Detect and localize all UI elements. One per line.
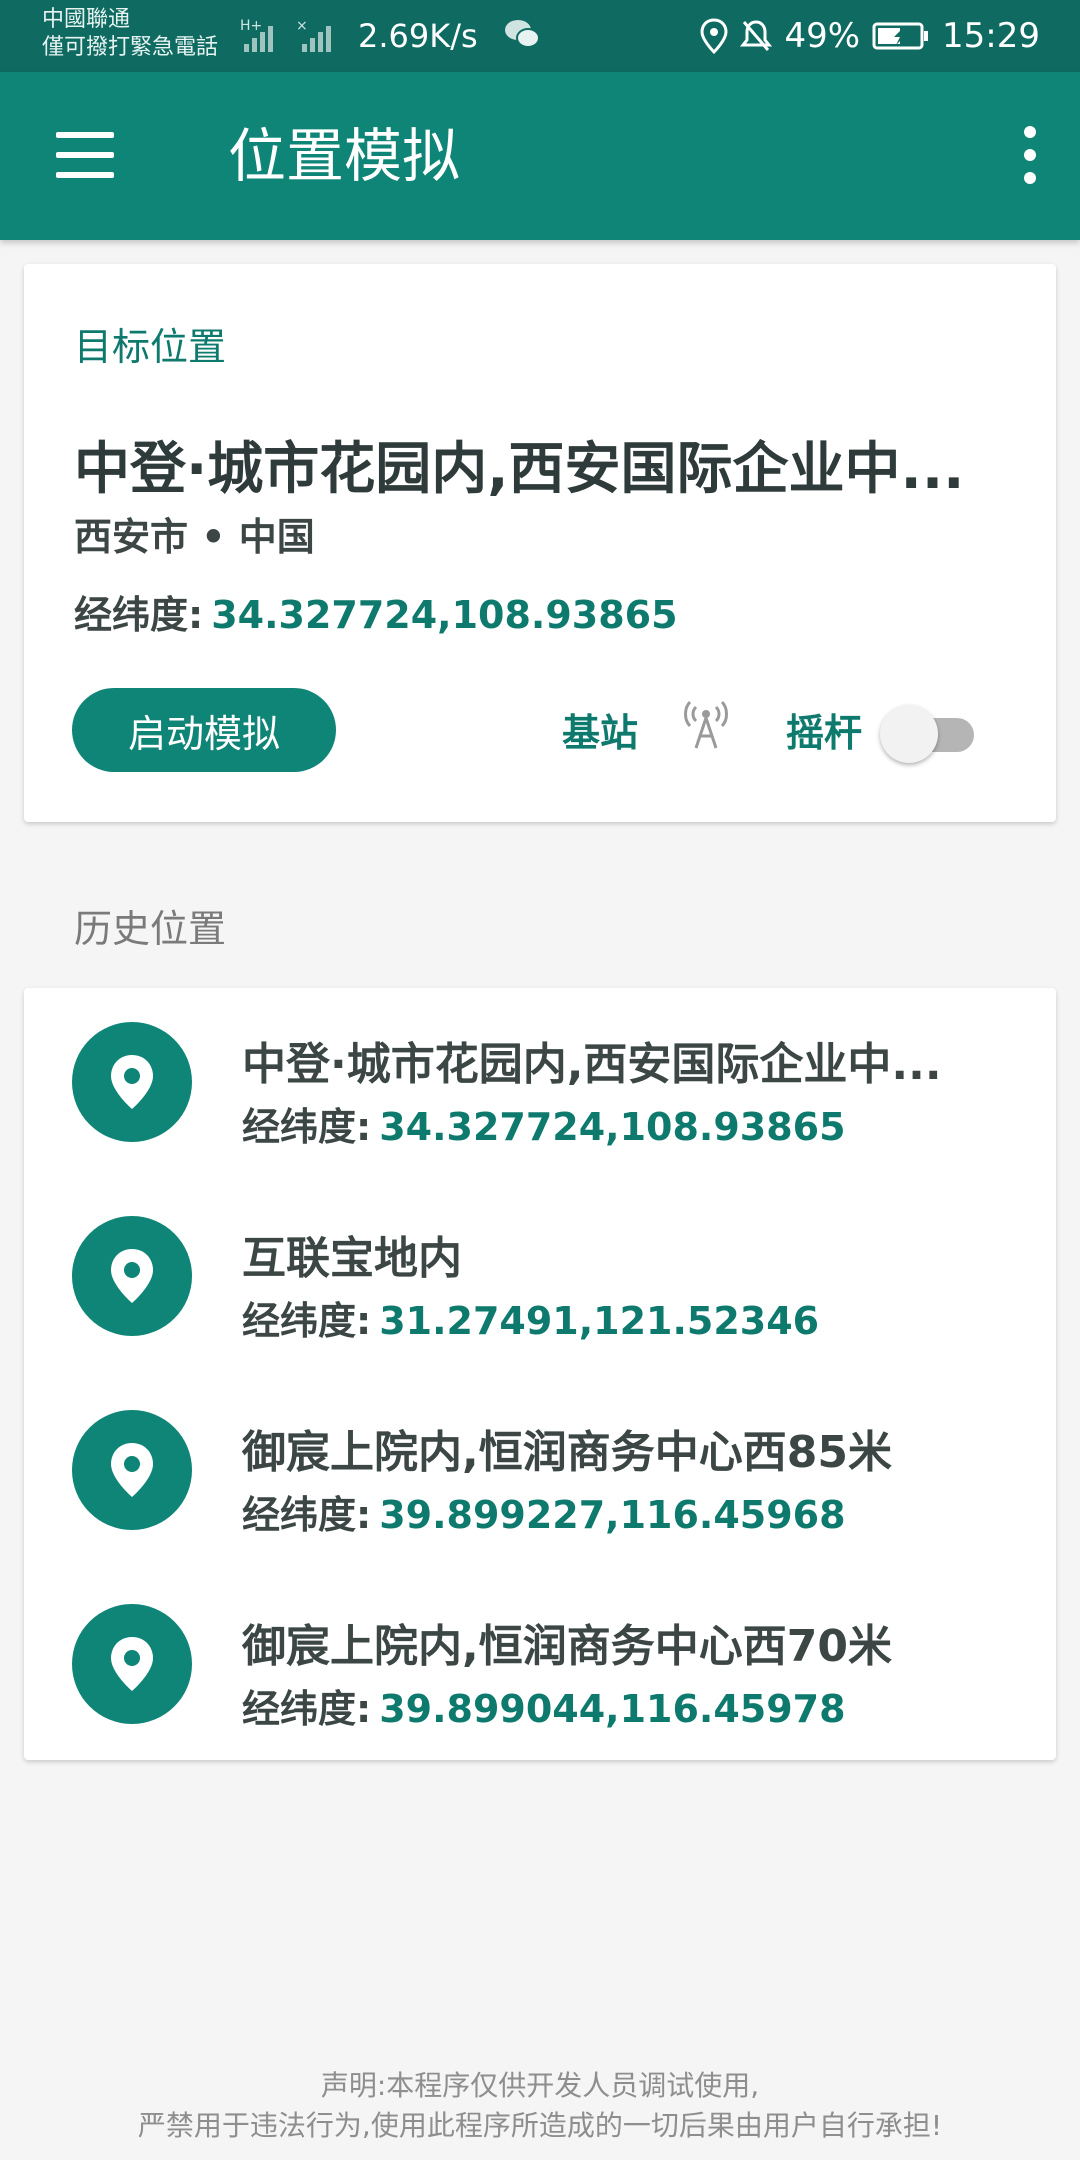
carrier-name: 中國聯通 (42, 7, 131, 32)
carrier-info: 中國聯通 僅可撥打緊急電話 (42, 6, 218, 62)
coord-value: 31.27491,121.52346 (379, 1299, 820, 1343)
coord-label: 经纬度: (242, 1105, 372, 1149)
history-item[interactable]: 御宸上院内,恒润商务中心西70米 经纬度: 39.899044,116.45978 (24, 1570, 1056, 1764)
location-pin-icon (72, 1604, 192, 1724)
history-section-label: 历史位置 (74, 907, 227, 951)
disclaimer-line: 严禁用于违法行为,使用此程序所造成的一切后果由用户自行承担! (137, 2109, 943, 2142)
history-item[interactable]: 中登·城市花园内,西安国际企业中... 经纬度: 34.327724,108.93… (24, 988, 1056, 1182)
page-title: 位置模拟 (228, 122, 461, 190)
location-pin-icon (72, 1216, 192, 1336)
target-section-label: 目标位置 (74, 325, 227, 369)
location-pin-icon (72, 1410, 192, 1530)
battery-icon (872, 22, 929, 50)
carrier-status: 僅可撥打緊急電話 (42, 35, 219, 60)
svg-text:×: × (296, 18, 308, 34)
coord-label: 经纬度: (242, 1299, 372, 1343)
app-toolbar: 位置模拟 (0, 72, 1080, 240)
joystick-label: 摇杆 (786, 711, 863, 755)
history-place-name: 御宸上院内,恒润商务中心西70米 (242, 1621, 892, 1672)
disclaimer-line: 声明:本程序仅供开发人员调试使用, (320, 2069, 760, 2102)
history-coordinates: 经纬度: 34.327724,108.93865 (242, 1096, 846, 1151)
location-pin-icon (72, 1022, 192, 1142)
more-icon[interactable] (1022, 126, 1038, 184)
status-right: 49% 15:29 (700, 10, 1040, 62)
history-coordinates: 经纬度: 39.899227,116.45968 (242, 1484, 846, 1539)
coord-label: 经纬度: (74, 593, 204, 637)
target-coordinates: 经纬度: 34.327724,108.93865 (74, 584, 678, 639)
coord-value: 39.899044,116.45978 (379, 1687, 846, 1731)
history-place-name: 中登·城市花园内,西安国际企业中... (242, 1039, 942, 1090)
disclaimer: 声明:本程序仅供开发人员调试使用, 严禁用于违法行为,使用此程序所造成的一切后果… (0, 2066, 1080, 2146)
toggle-thumb (880, 705, 938, 763)
menu-icon[interactable] (56, 132, 114, 178)
target-place-city: 西安市 • 中国 (74, 515, 315, 559)
cell-tower-icon[interactable] (680, 694, 732, 750)
history-item[interactable]: 互联宝地内 经纬度: 31.27491,121.52346 (24, 1182, 1056, 1376)
cell-tower-label[interactable]: 基站 (562, 702, 638, 757)
history-list: 中登·城市花园内,西安国际企业中... 经纬度: 34.327724,108.93… (24, 988, 1056, 1760)
coord-label: 经纬度: (242, 1687, 372, 1731)
history-coordinates: 经纬度: 39.899044,116.45978 (242, 1678, 846, 1733)
target-place-name: 中登·城市花园内,西安国际企业中... (74, 437, 965, 502)
coord-value: 34.327724,108.93865 (211, 593, 678, 637)
clock: 15:29 (942, 16, 1040, 56)
wechat-icon (505, 20, 540, 48)
battery-percent: 49% (784, 16, 861, 56)
coord-value: 39.899227,116.45968 (379, 1493, 846, 1537)
coord-label: 经纬度: (242, 1493, 372, 1537)
signal-icon: H+ × (240, 18, 331, 52)
status-bar: 中國聯通 僅可撥打緊急電話 H+ × 2.69K/s 49% 15:29 (0, 0, 1080, 72)
history-place-name: 御宸上院内,恒润商务中心西85米 (242, 1427, 892, 1478)
start-simulation-button[interactable]: 启动模拟 (72, 688, 336, 772)
history-item[interactable]: 御宸上院内,恒润商务中心西85米 经纬度: 39.899227,116.45968 (24, 1376, 1056, 1570)
mute-icon (740, 20, 773, 51)
svg-text:H+: H+ (240, 18, 262, 34)
target-location-card: 目标位置 中登·城市花园内,西安国际企业中... 西安市 • 中国 经纬度: 34… (24, 264, 1056, 822)
coord-value: 34.327724,108.93865 (379, 1105, 846, 1149)
history-coordinates: 经纬度: 31.27491,121.52346 (242, 1290, 819, 1345)
network-speed: 2.69K/s (358, 17, 478, 55)
history-place-name: 互联宝地内 (242, 1233, 462, 1284)
location-icon (700, 18, 728, 54)
